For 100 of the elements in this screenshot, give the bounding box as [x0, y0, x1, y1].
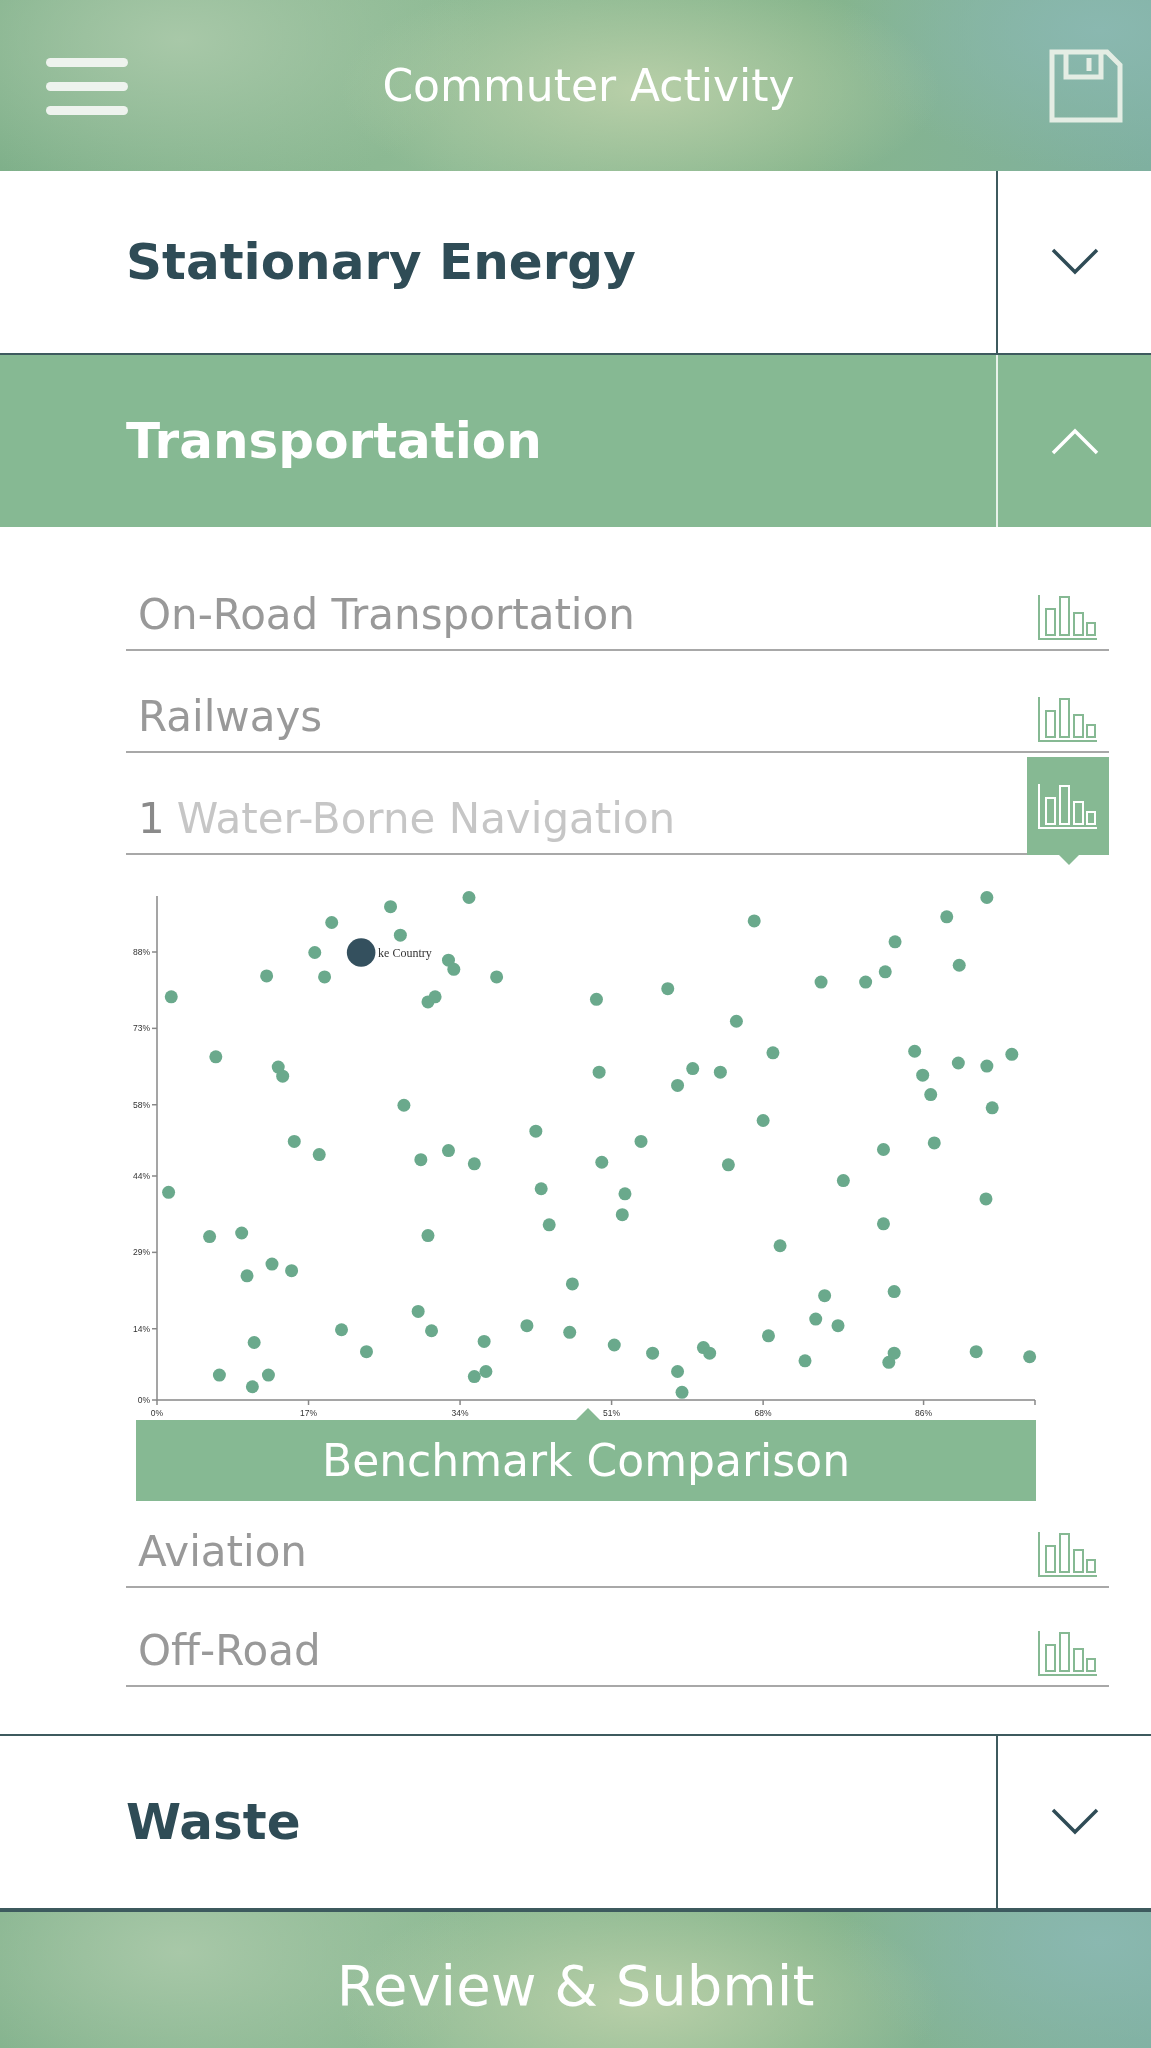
data-point — [265, 1257, 279, 1271]
data-point — [276, 1069, 290, 1083]
data-point — [818, 1289, 832, 1303]
data-point — [888, 935, 902, 949]
data-point — [675, 1385, 689, 1399]
benchmark-button[interactable]: Benchmark Comparison — [136, 1420, 1036, 1501]
data-point — [979, 1192, 993, 1206]
data-point — [671, 1365, 685, 1378]
data-point — [490, 970, 504, 984]
data-point — [414, 1153, 428, 1167]
data-point — [563, 1325, 577, 1339]
data-point — [729, 1014, 743, 1028]
save-icon — [1049, 48, 1123, 123]
data-point — [831, 1319, 845, 1333]
data-point — [312, 1148, 326, 1162]
data-point — [878, 965, 892, 979]
data-point — [615, 1208, 629, 1222]
save-button[interactable] — [1049, 48, 1123, 123]
data-point — [442, 1144, 455, 1158]
category-label: Water-Borne Navigation — [176, 794, 676, 843]
data-point — [952, 958, 966, 972]
tick-label: 88% — [133, 947, 150, 957]
tick-label: 68% — [754, 1408, 772, 1418]
data-point — [245, 1380, 259, 1394]
bar-chart-icon — [1037, 695, 1099, 743]
data-point — [859, 975, 873, 989]
data-point — [542, 1218, 556, 1232]
data-point — [247, 1335, 261, 1349]
bar-chart-icon — [1037, 1629, 1099, 1677]
section-title: Waste — [125, 1792, 302, 1853]
data-point — [671, 1078, 685, 1092]
data-point — [425, 1324, 439, 1338]
data-point — [814, 975, 828, 989]
tick-label: 0% — [150, 1408, 164, 1418]
data-point — [479, 1365, 493, 1378]
data-point — [240, 1269, 254, 1283]
chevron-up-icon — [1050, 427, 1099, 455]
category-label: Aviation — [138, 1527, 307, 1576]
data-point — [411, 1304, 425, 1318]
data-point — [876, 1217, 890, 1231]
chart-button[interactable] — [1027, 757, 1109, 855]
data-point — [1005, 1047, 1019, 1061]
data-point — [634, 1134, 648, 1148]
data-point — [285, 1264, 299, 1278]
data-point — [529, 1124, 543, 1138]
data-point — [607, 1338, 621, 1352]
bar-chart-icon — [1037, 593, 1099, 641]
data-point — [713, 1065, 727, 1079]
data-point — [916, 1068, 930, 1082]
data-point — [980, 891, 994, 905]
data-point — [980, 1059, 994, 1073]
data-point — [985, 1101, 999, 1115]
data-point — [534, 1182, 548, 1196]
data-point — [595, 1155, 609, 1169]
data-point — [887, 1346, 901, 1360]
data-point — [384, 900, 398, 914]
tick-label: 17% — [300, 1408, 318, 1418]
tick-label: 73% — [133, 1023, 150, 1034]
data-point — [924, 1088, 938, 1102]
data-point — [162, 1185, 176, 1199]
data-point — [261, 1368, 275, 1382]
data-point — [876, 1143, 890, 1157]
data-point — [762, 1329, 775, 1343]
data-point — [618, 1187, 632, 1201]
data-point — [421, 1229, 435, 1243]
bar-chart-icon — [1037, 1530, 1099, 1578]
data-point — [565, 1277, 579, 1291]
data-point — [393, 928, 407, 942]
data-point — [969, 1345, 983, 1359]
data-point — [766, 1046, 780, 1060]
section-header[interactable]: Transportation — [0, 355, 1151, 527]
section-title: Stationary Energy — [125, 232, 637, 293]
category-label: Off-Road — [138, 1626, 321, 1675]
data-point — [308, 946, 322, 959]
data-point — [703, 1346, 717, 1360]
data-point — [442, 953, 455, 967]
data-point — [325, 915, 339, 929]
data-point — [212, 1368, 226, 1382]
data-point — [661, 982, 675, 996]
data-point — [940, 910, 954, 924]
data-point — [467, 1370, 481, 1384]
review-submit-button[interactable]: Review & Submit — [0, 1910, 1151, 2048]
data-point — [335, 1323, 348, 1337]
data-point — [747, 914, 761, 928]
data-point — [809, 1312, 823, 1326]
menu-button[interactable] — [46, 55, 128, 116]
category-label: Railways — [138, 692, 323, 741]
data-point — [836, 1174, 850, 1188]
screen-title: Commuter Activity — [382, 60, 795, 111]
field-value[interactable]: 1 — [138, 794, 165, 843]
data-point — [462, 891, 476, 905]
chevron-down-icon — [1050, 248, 1099, 276]
data-point — [346, 938, 376, 967]
chevron-down-icon — [1050, 1808, 1099, 1836]
section-title: Transportation — [125, 411, 543, 472]
data-point — [203, 1230, 217, 1244]
data-point — [467, 1157, 481, 1171]
data-point — [589, 992, 603, 1006]
data-point — [235, 1226, 249, 1240]
tick-label: 34% — [451, 1408, 469, 1418]
